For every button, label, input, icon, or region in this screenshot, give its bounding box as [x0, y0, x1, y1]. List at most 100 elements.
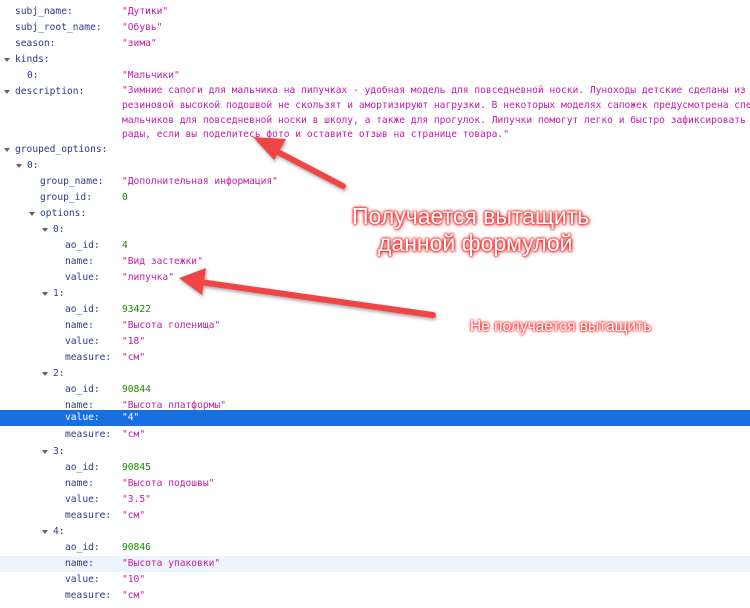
number-value: 93422: [122, 304, 151, 315]
description-line: резиновой высокой подошвой не скользят и…: [122, 99, 750, 111]
row-measure[interactable]: measure: "см": [0, 588, 750, 604]
number-value: 90844: [122, 384, 151, 395]
string-value: "Обувь": [122, 22, 163, 33]
collapse-toggle-icon[interactable]: [3, 52, 13, 68]
string-value: "4": [122, 412, 140, 423]
key-label: options:: [40, 208, 87, 219]
collapse-toggle-icon[interactable]: [3, 84, 13, 100]
row-ao-id[interactable]: ao_id: 93422: [0, 302, 750, 318]
string-value: "липучка": [122, 272, 174, 283]
key-label: grouped_options:: [15, 144, 108, 155]
row-name[interactable]: name: "Высота подошвы": [0, 476, 750, 492]
key-label: measure:: [65, 510, 112, 521]
number-value: 90846: [122, 542, 151, 553]
index-label: 0:: [53, 224, 65, 235]
key-label: value:: [65, 272, 100, 283]
key-label: measure:: [65, 352, 112, 363]
string-value: "10": [122, 574, 146, 585]
string-value: "см": [122, 429, 146, 440]
key-label: description:: [15, 86, 85, 97]
row-option-index[interactable]: 2:: [0, 366, 750, 382]
row-value[interactable]: value: "3.5": [0, 492, 750, 508]
string-value: "Высота подошвы": [122, 478, 215, 489]
row-kinds[interactable]: kinds:: [0, 52, 750, 68]
string-value: "Дополнительная информация": [122, 176, 278, 187]
collapse-toggle-icon[interactable]: [41, 524, 51, 540]
string-value: "Мальчики": [122, 70, 180, 81]
json-viewer: subj_name: "Дутики" subj_root_name: "Обу…: [0, 0, 750, 608]
key-label: value:: [65, 494, 100, 505]
row-value[interactable]: value: "18": [0, 334, 750, 350]
row-subj-root-name[interactable]: subj_root_name: "Обувь": [0, 20, 750, 36]
row-ao-id[interactable]: ao_id: 90844: [0, 382, 750, 398]
annotation-works-line1: Получается вытащить: [352, 203, 590, 229]
collapse-toggle-icon[interactable]: [41, 366, 51, 382]
row-ao-id[interactable]: ao_id: 90845: [0, 460, 750, 476]
description-line: "Зимние сапоги для мальчика на липучках …: [122, 85, 750, 96]
string-value: "18": [122, 336, 146, 347]
key-label: group_name:: [40, 176, 104, 187]
string-value: "3.5": [122, 494, 151, 505]
key-label: subj_root_name:: [15, 22, 102, 33]
collapse-toggle-icon[interactable]: [15, 158, 25, 174]
row-ao-id[interactable]: ao_id: 90846: [0, 540, 750, 556]
row-grouped-options[interactable]: grouped_options:: [0, 142, 750, 158]
description-line: рады, если вы поделитесь фото и оставите…: [122, 129, 509, 141]
key-label: value:: [65, 336, 100, 347]
key-label: subj_name:: [15, 6, 73, 17]
collapse-toggle-icon[interactable]: [41, 286, 51, 302]
row-kinds-item[interactable]: 0: "Мальчики": [0, 68, 750, 84]
string-value: "см": [122, 590, 146, 601]
row-measure[interactable]: measure: "см": [0, 427, 750, 443]
key-label: measure:: [65, 590, 112, 601]
string-value: "зима": [122, 38, 157, 49]
annotation-works-line2: данной формулой: [378, 230, 573, 256]
annotation-fails: Не получается вытащить: [470, 318, 652, 335]
row-option-index[interactable]: 4:: [0, 524, 750, 540]
string-value: "см": [122, 510, 146, 521]
key-label: name:: [65, 256, 94, 267]
row-subj-name[interactable]: subj_name: "Дутики": [0, 4, 750, 20]
row-name[interactable]: name: "Вид застежки": [0, 254, 750, 270]
row-value[interactable]: value: "липучка": [0, 270, 750, 286]
key-label: value:: [65, 574, 100, 585]
key-label: ao_id:: [65, 304, 100, 315]
string-value: "Дутики": [122, 6, 169, 17]
index-label: 3:: [53, 446, 65, 457]
string-value: "Вид застежки": [122, 256, 203, 267]
string-value: "Высота упаковки": [122, 558, 221, 569]
row-measure[interactable]: measure: "см": [0, 350, 750, 366]
row-group-index[interactable]: 0:: [0, 158, 750, 174]
collapse-toggle-icon[interactable]: [41, 222, 51, 238]
string-value: "см": [122, 352, 146, 363]
key-label: name:: [65, 320, 94, 331]
row-group-name[interactable]: group_name: "Дополнительная информация": [0, 174, 750, 190]
collapse-toggle-icon[interactable]: [41, 444, 51, 460]
key-label: season:: [15, 38, 56, 49]
collapse-toggle-icon[interactable]: [3, 142, 13, 158]
key-label: name:: [65, 478, 94, 489]
key-label: ao_id:: [65, 384, 100, 395]
row-season[interactable]: season: "зима": [0, 36, 750, 52]
number-value: 0: [122, 192, 128, 203]
number-value: 90845: [122, 462, 151, 473]
row-value-selected[interactable]: value: "4": [0, 410, 750, 426]
key-label: value:: [65, 412, 100, 423]
collapse-toggle-icon[interactable]: [28, 206, 38, 222]
index-label: 2:: [53, 368, 65, 379]
key-label: ao_id:: [65, 240, 100, 251]
string-value: "Высота голенища": [122, 320, 221, 331]
row-option-index[interactable]: 3:: [0, 444, 750, 460]
row-ao-id[interactable]: ao_id: 4: [0, 238, 750, 254]
index-label: 0:: [27, 160, 39, 171]
row-value[interactable]: value: "10": [0, 572, 750, 588]
row-option-index[interactable]: 1:: [0, 286, 750, 302]
number-value: 4: [122, 240, 128, 251]
key-label: group_id:: [40, 192, 92, 203]
key-label: ao_id:: [65, 542, 100, 553]
row-name-hovered[interactable]: name: "Высота упаковки": [0, 556, 750, 572]
key-label: ao_id:: [65, 462, 100, 473]
description-value: "Зимние сапоги для мальчика на липучках …: [122, 84, 750, 143]
row-measure[interactable]: measure: "см": [0, 508, 750, 524]
key-label: measure:: [65, 429, 112, 440]
